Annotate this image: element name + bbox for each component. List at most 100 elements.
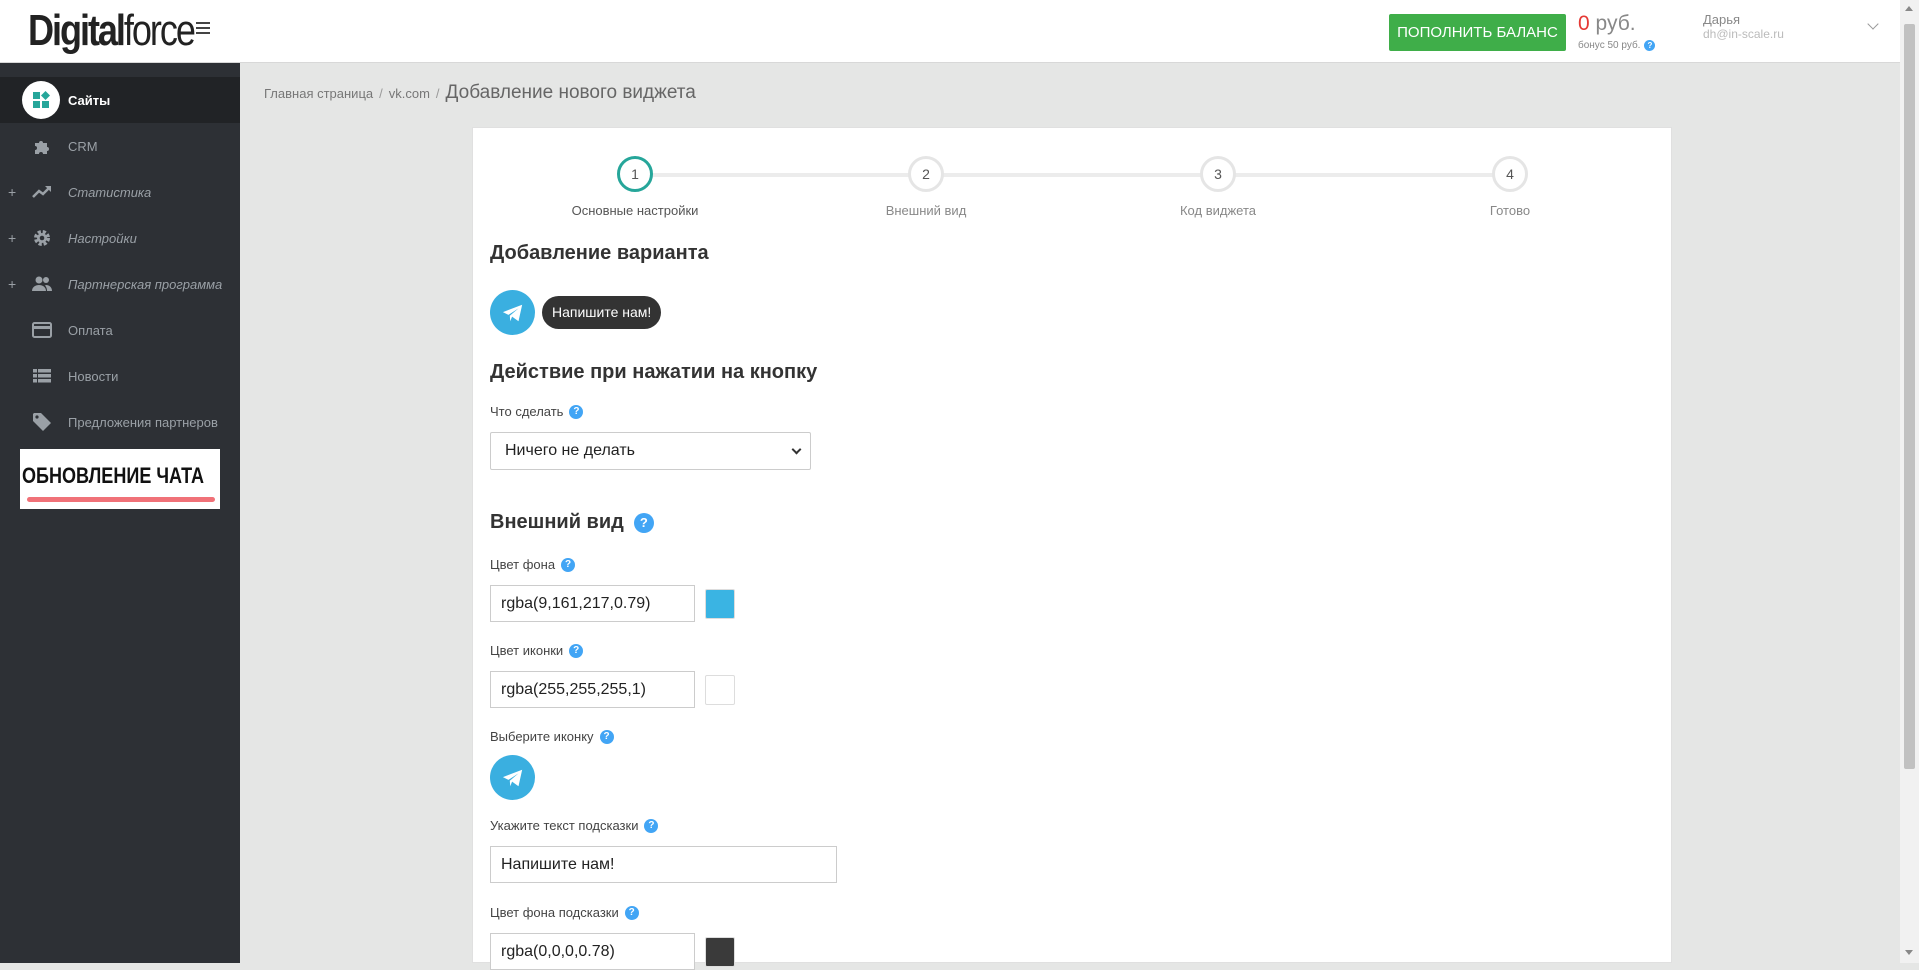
user-email: dh@in-scale.ru bbox=[1703, 27, 1784, 41]
chat-update-banner[interactable]: ОБНОВЛЕНИЕ ЧАТА bbox=[20, 449, 220, 509]
action-label-text: Что сделать bbox=[490, 404, 564, 419]
expand-plus-icon[interactable]: + bbox=[8, 230, 16, 246]
action-select-value: Ничего не делать bbox=[505, 442, 635, 459]
bonus-label: бонус 50 руб. bbox=[1578, 40, 1641, 52]
help-icon[interactable]: ? bbox=[633, 512, 654, 533]
sites-icon bbox=[22, 81, 60, 119]
sidebar-item-label: Сайты bbox=[68, 92, 111, 108]
breadcrumb-home[interactable]: Главная страница bbox=[264, 86, 373, 101]
widget-form-card: 1 Основные настройки 2 Внешний вид 3 Код… bbox=[472, 127, 1672, 970]
icon-picker-telegram[interactable] bbox=[490, 755, 535, 800]
telegram-icon bbox=[502, 769, 522, 786]
breadcrumb-separator: / bbox=[379, 86, 383, 101]
trending-up-icon bbox=[30, 180, 54, 204]
telegram-icon bbox=[502, 304, 522, 321]
chat-update-banner-text: ОБНОВЛЕНИЕ ЧАТА bbox=[22, 463, 205, 488]
choose-icon-label: Выберите иконку? bbox=[490, 729, 614, 744]
list-icon bbox=[30, 364, 54, 388]
bg-color-label: Цвет фона? bbox=[490, 557, 576, 572]
telegram-preview-button[interactable] bbox=[490, 290, 535, 335]
hint-bg-label: Цвет фона подсказки? bbox=[490, 905, 639, 920]
expand-plus-icon[interactable]: + bbox=[8, 276, 16, 292]
logo-bold: Digital bbox=[28, 6, 126, 55]
bonus-help-icon[interactable]: ? bbox=[1644, 40, 1656, 51]
sidebar-item-label: Партнерская программа bbox=[68, 276, 223, 292]
bonus-text: бонус 50 руб.? bbox=[1578, 40, 1656, 52]
step-number: 1 bbox=[617, 156, 653, 192]
sidebar-item-partner-offers[interactable]: Предложения партнеров bbox=[0, 399, 240, 445]
sidebar-item-news[interactable]: Новости bbox=[0, 353, 240, 399]
sidebar-item-crm[interactable]: CRM bbox=[0, 123, 240, 169]
step-1[interactable]: 1 Основные настройки bbox=[535, 156, 735, 218]
chevron-down-icon bbox=[791, 444, 802, 455]
step-label: Внешний вид bbox=[885, 203, 967, 218]
step-3[interactable]: 3 Код виджета bbox=[1118, 156, 1318, 218]
step-2[interactable]: 2 Внешний вид bbox=[826, 156, 1026, 218]
page-scrollbar[interactable] bbox=[1900, 0, 1919, 963]
gear-icon bbox=[30, 226, 54, 250]
help-icon[interactable]: ? bbox=[599, 729, 614, 744]
sidebar-item-label: Настройки bbox=[68, 230, 137, 246]
top-up-balance-button[interactable]: ПОПОЛНИТЬ БАЛАНС bbox=[1389, 14, 1566, 51]
help-icon[interactable]: ? bbox=[569, 643, 584, 658]
sidebar-item-label: Оплата bbox=[68, 322, 113, 338]
hamburger-menu-icon[interactable] bbox=[196, 22, 210, 34]
scroll-down-arrow-icon[interactable] bbox=[1905, 950, 1913, 955]
user-name: Дарья bbox=[1703, 12, 1741, 27]
sidebar-item-payment[interactable]: Оплата bbox=[0, 307, 240, 353]
crm-puzzle-icon bbox=[30, 134, 54, 158]
chevron-down-icon[interactable] bbox=[1867, 18, 1879, 30]
bg-color-swatch[interactable] bbox=[705, 589, 735, 619]
logo-rest: force bbox=[123, 6, 196, 55]
breadcrumb: Главная страница / vk.com / Добавление н… bbox=[264, 82, 696, 104]
hint-bg-color-input[interactable]: rgba(0,0,0,0.78) bbox=[490, 933, 695, 970]
expand-plus-icon[interactable]: + bbox=[8, 184, 16, 200]
help-icon[interactable]: ? bbox=[561, 557, 576, 572]
icon-color-label: Цвет иконки? bbox=[490, 643, 584, 658]
help-icon[interactable]: ? bbox=[624, 905, 639, 920]
action-select[interactable]: Ничего не делать bbox=[490, 432, 811, 470]
page-title: Добавление нового виджета bbox=[445, 82, 696, 103]
tag-icon bbox=[30, 410, 54, 434]
sidebar-item-statistics[interactable]: + Статистика bbox=[0, 169, 240, 215]
hint-text-label: Укажите текст подсказки? bbox=[490, 818, 659, 833]
sidebar-item-partner-program[interactable]: + Партнерская программа bbox=[0, 261, 240, 307]
bg-color-label-text: Цвет фона bbox=[490, 557, 556, 572]
action-label: Что сделать? bbox=[490, 404, 584, 419]
logo[interactable]: Digitalforce bbox=[28, 6, 196, 56]
hint-bg-label-text: Цвет фона подсказки bbox=[490, 905, 619, 920]
icon-color-swatch[interactable] bbox=[705, 675, 735, 705]
sidebar-item-sites[interactable]: Сайты bbox=[0, 77, 240, 123]
bg-color-input[interactable]: rgba(9,161,217,0.79) bbox=[490, 585, 695, 622]
balance-display: 0 руб. bbox=[1578, 12, 1636, 36]
scroll-up-arrow-icon[interactable] bbox=[1905, 6, 1913, 11]
sidebar-item-label: Статистика bbox=[68, 184, 152, 200]
step-number: 2 bbox=[908, 156, 944, 192]
step-number: 3 bbox=[1200, 156, 1236, 192]
appearance-title-text: Внешний вид bbox=[490, 511, 624, 533]
hint-text-input[interactable]: Напишите нам! bbox=[490, 846, 837, 883]
step-number: 4 bbox=[1492, 156, 1528, 192]
banner-underline bbox=[27, 497, 215, 502]
variant-section-title: Добавление варианта bbox=[490, 242, 709, 264]
help-icon[interactable]: ? bbox=[644, 818, 659, 833]
step-label: Готово bbox=[1489, 203, 1531, 218]
sidebar-item-label: CRM bbox=[68, 138, 98, 154]
sidebar: Сайты CRM + Статистика + Настройки + Пар… bbox=[0, 63, 240, 963]
sidebar-item-settings[interactable]: + Настройки bbox=[0, 215, 240, 261]
help-icon[interactable]: ? bbox=[569, 404, 584, 419]
step-4[interactable]: 4 Готово bbox=[1410, 156, 1610, 218]
action-section-title: Действие при нажатии на кнопку bbox=[490, 361, 818, 383]
stepper-track bbox=[635, 173, 1515, 177]
hint-text-label-text: Укажите текст подсказки bbox=[490, 818, 639, 833]
user-menu[interactable]: Дарья dh@in-scale.ru bbox=[1703, 12, 1784, 42]
icon-color-input[interactable]: rgba(255,255,255,1) bbox=[490, 671, 695, 708]
breadcrumb-separator: / bbox=[435, 86, 440, 101]
choose-icon-label-text: Выберите иконку bbox=[490, 729, 594, 744]
people-icon bbox=[30, 272, 54, 296]
breadcrumb-site[interactable]: vk.com bbox=[389, 86, 430, 101]
scrollbar-thumb[interactable] bbox=[1904, 24, 1915, 769]
top-bar: Digitalforce ПОПОЛНИТЬ БАЛАНС 0 руб. бон… bbox=[0, 0, 1900, 63]
credit-card-icon bbox=[30, 318, 54, 342]
balance-currency: руб. bbox=[1595, 12, 1636, 35]
